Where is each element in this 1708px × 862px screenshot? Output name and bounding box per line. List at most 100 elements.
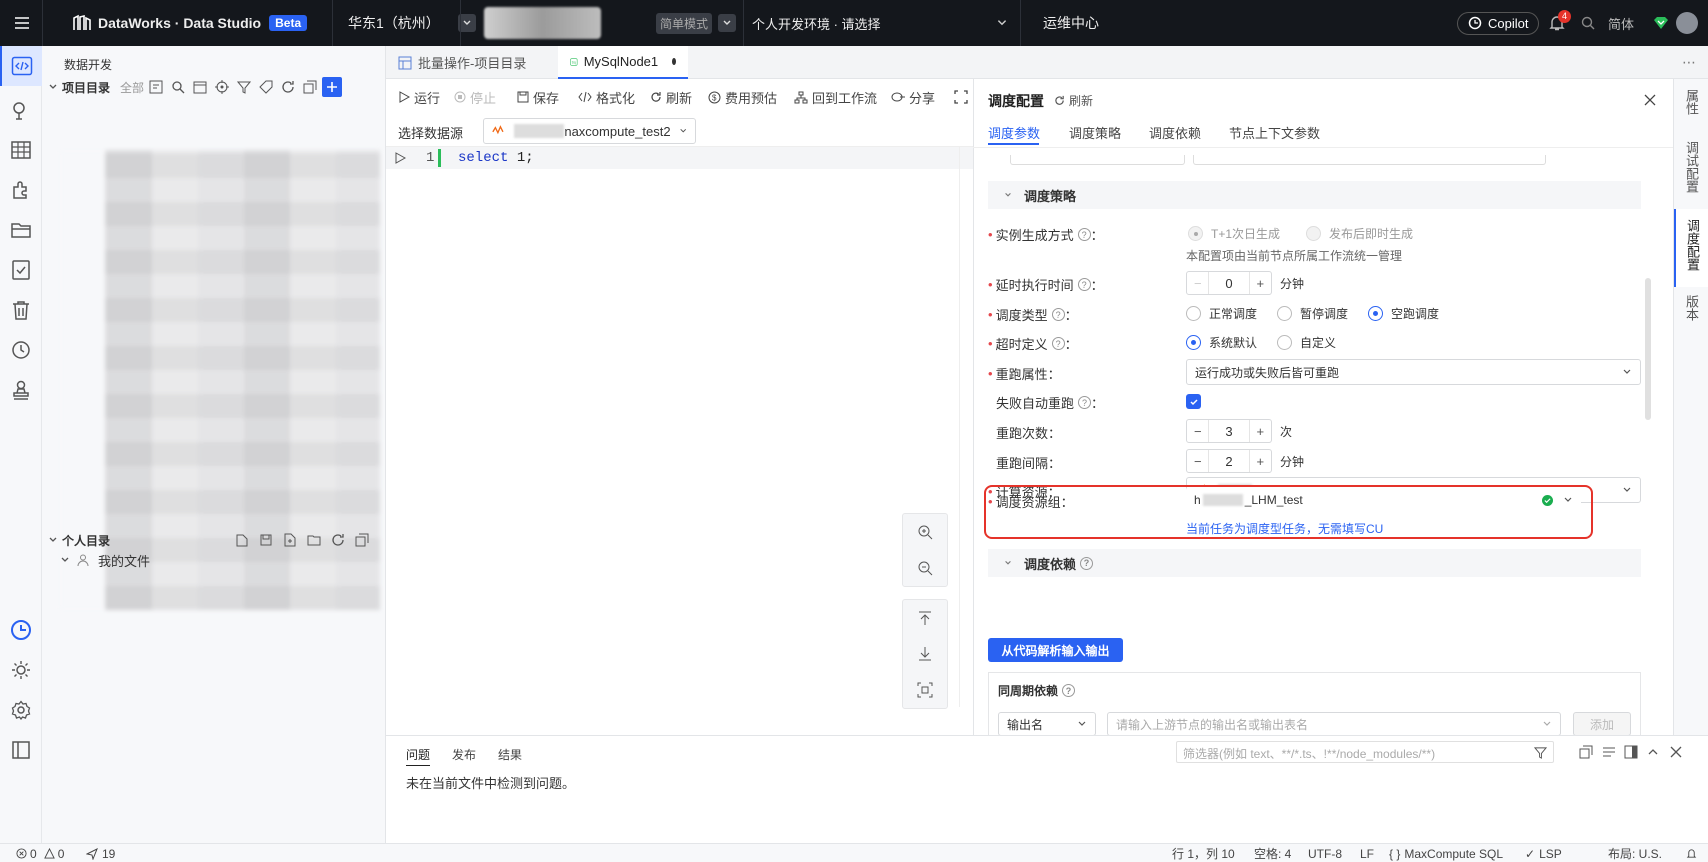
more-icon[interactable]: ⋯ [1682, 54, 1696, 71]
cursor-position[interactable]: 行 1，列 10 [1172, 844, 1235, 862]
save-button[interactable]: 保存 [517, 79, 559, 115]
trash-icon[interactable] [0, 290, 42, 330]
folder-icon[interactable] [0, 210, 42, 250]
search-icon[interactable] [1580, 0, 1596, 46]
settings-gear-icon[interactable] [0, 690, 42, 730]
problems-filter-input[interactable]: 筛选器(例如 text、**/*.ts、!**/node_modules/**) [1176, 741, 1554, 763]
collapse-all-icon[interactable] [1579, 745, 1593, 759]
lsp-status[interactable]: ✓ LSP [1525, 844, 1562, 862]
menu-icon[interactable] [12, 0, 32, 46]
refresh-icon[interactable] [328, 530, 348, 550]
environment-selector[interactable]: 个人开发环境 · 请选择 [752, 0, 1008, 46]
help-icon[interactable]: ? [1077, 228, 1091, 241]
tab-version[interactable]: 版本 [1674, 295, 1708, 324]
delay-stepper[interactable]: − 0 + [1186, 271, 1272, 295]
tab-schedule-policy[interactable]: 调度策略 [1069, 123, 1121, 142]
scroll-top-icon[interactable] [903, 600, 947, 636]
help-icon[interactable]: ? [1077, 278, 1091, 291]
problems-count[interactable]: 0 0 [16, 844, 64, 862]
add-file-icon[interactable] [280, 530, 300, 550]
config-refresh-button[interactable]: 刷新 [1054, 92, 1093, 109]
tab-publish[interactable]: 发布 [452, 746, 476, 763]
zoom-out-icon[interactable] [903, 550, 947, 586]
stop-button[interactable]: 停止 [454, 79, 496, 115]
add-icon[interactable] [322, 77, 342, 97]
scroll-bottom-icon[interactable] [903, 636, 947, 672]
close-icon[interactable] [1644, 94, 1656, 106]
help-icon[interactable]: ? [1062, 684, 1076, 697]
funnel-filter-icon[interactable] [1534, 746, 1547, 759]
minus-icon[interactable]: − [1187, 424, 1208, 439]
plus-icon[interactable]: + [1250, 454, 1271, 469]
filter-list-icon[interactable] [146, 77, 166, 97]
radio-pause[interactable] [1277, 306, 1293, 321]
minus-icon[interactable]: − [1187, 276, 1208, 291]
indent-setting[interactable]: 空格: 4 [1254, 844, 1291, 862]
copilot-logo-icon[interactable] [0, 610, 42, 650]
config-scrollbar[interactable] [1645, 278, 1651, 420]
help-icon[interactable]: ? [1051, 337, 1065, 350]
run-button[interactable]: 运行 [398, 79, 440, 115]
table-icon[interactable] [0, 130, 42, 170]
workspace-selector[interactable] [484, 7, 601, 39]
wrap-lines-icon[interactable] [1602, 745, 1616, 759]
refresh-button[interactable]: 刷新 [650, 79, 692, 115]
collapse-all-icon[interactable] [300, 77, 320, 97]
section-schedule-policy[interactable]: 调度策略 [988, 181, 1641, 209]
data-dev-icon[interactable] [0, 46, 42, 86]
format-button[interactable]: 格式化 [578, 79, 635, 115]
tab-schedule-dependency[interactable]: 调度依赖 [1149, 123, 1201, 142]
close-icon[interactable] [1670, 746, 1682, 758]
zoom-in-icon[interactable] [903, 514, 947, 550]
tab-schedule-config[interactable]: 调度配置 [1674, 209, 1708, 287]
personal-dir-header[interactable]: 个人目录 [48, 530, 110, 550]
rerun-interval-value[interactable]: 2 [1208, 450, 1250, 472]
help-icon[interactable]: ? [1051, 308, 1065, 321]
tab-batch-ops[interactable]: 批量操作-项目目录 [386, 46, 538, 79]
radio-normal[interactable] [1186, 306, 1201, 321]
refresh-icon[interactable] [278, 77, 298, 97]
calendar-search-icon[interactable] [190, 77, 210, 97]
notification-bell-icon[interactable]: 4 [1548, 0, 1572, 46]
tab-debug-config[interactable]: 调试配置 [1674, 141, 1708, 196]
tag-icon[interactable] [256, 77, 276, 97]
resource-group-select[interactable]: h _LHM_test [1186, 487, 1581, 513]
new-file-icon[interactable] [232, 530, 252, 550]
help-icon[interactable]: ? [1080, 556, 1094, 570]
code-editor[interactable]: 1 select 1; [386, 147, 973, 735]
upstream-output-input[interactable]: 请输入上游节点的输出名或输出表名 [1107, 712, 1561, 736]
new-folder-icon[interactable] [304, 530, 324, 550]
tab-schedule-params[interactable]: 调度参数 [988, 123, 1040, 142]
rerun-interval-stepper[interactable]: − 2 + [1186, 449, 1272, 473]
notifications-icon[interactable] [1686, 844, 1697, 862]
project-filter[interactable]: 全部 [120, 79, 144, 96]
rerun-count-stepper[interactable]: − 3 + [1186, 419, 1272, 443]
keyboard-layout[interactable]: 布局: U.S. [1608, 844, 1662, 862]
theme-sun-icon[interactable] [0, 650, 42, 690]
stamp-icon[interactable] [0, 370, 42, 410]
funnel-filter-icon[interactable] [234, 77, 254, 97]
parse-io-button[interactable]: 从代码解析输入输出 [988, 638, 1123, 662]
help-icon[interactable]: ? [1078, 396, 1092, 409]
project-dir-header[interactable]: 项目目录 全部 [48, 77, 144, 97]
my-files-item[interactable]: 我的文件 [60, 550, 150, 570]
radio-instant[interactable] [1306, 226, 1322, 241]
region-selector[interactable]: 华东1（杭州） [348, 0, 476, 46]
run-line-icon[interactable] [394, 152, 406, 164]
add-dependency-button[interactable]: 添加 [1573, 712, 1631, 736]
delay-value[interactable]: 0 [1208, 272, 1250, 294]
datasource-select[interactable]: naxcompute_test2 [483, 118, 696, 144]
cost-estimate-button[interactable]: $ 费用预估 [708, 79, 777, 115]
plus-icon[interactable]: + [1250, 276, 1271, 291]
app-title[interactable]: DataWorks · Data Studio Beta [72, 0, 308, 46]
radio-t1[interactable] [1188, 226, 1203, 241]
collapse-all-icon[interactable] [352, 530, 372, 550]
ops-center-link[interactable]: 运维中心 [1043, 0, 1099, 46]
radio-system-default[interactable] [1186, 335, 1201, 350]
save-icon[interactable] [256, 530, 276, 550]
data-map-icon[interactable] [0, 90, 42, 130]
minus-icon[interactable]: − [1187, 454, 1208, 469]
mode-switch[interactable]: 简单模式 [656, 0, 737, 46]
fit-view-icon[interactable] [903, 672, 947, 708]
tab-properties[interactable]: 属性 [1674, 89, 1708, 118]
